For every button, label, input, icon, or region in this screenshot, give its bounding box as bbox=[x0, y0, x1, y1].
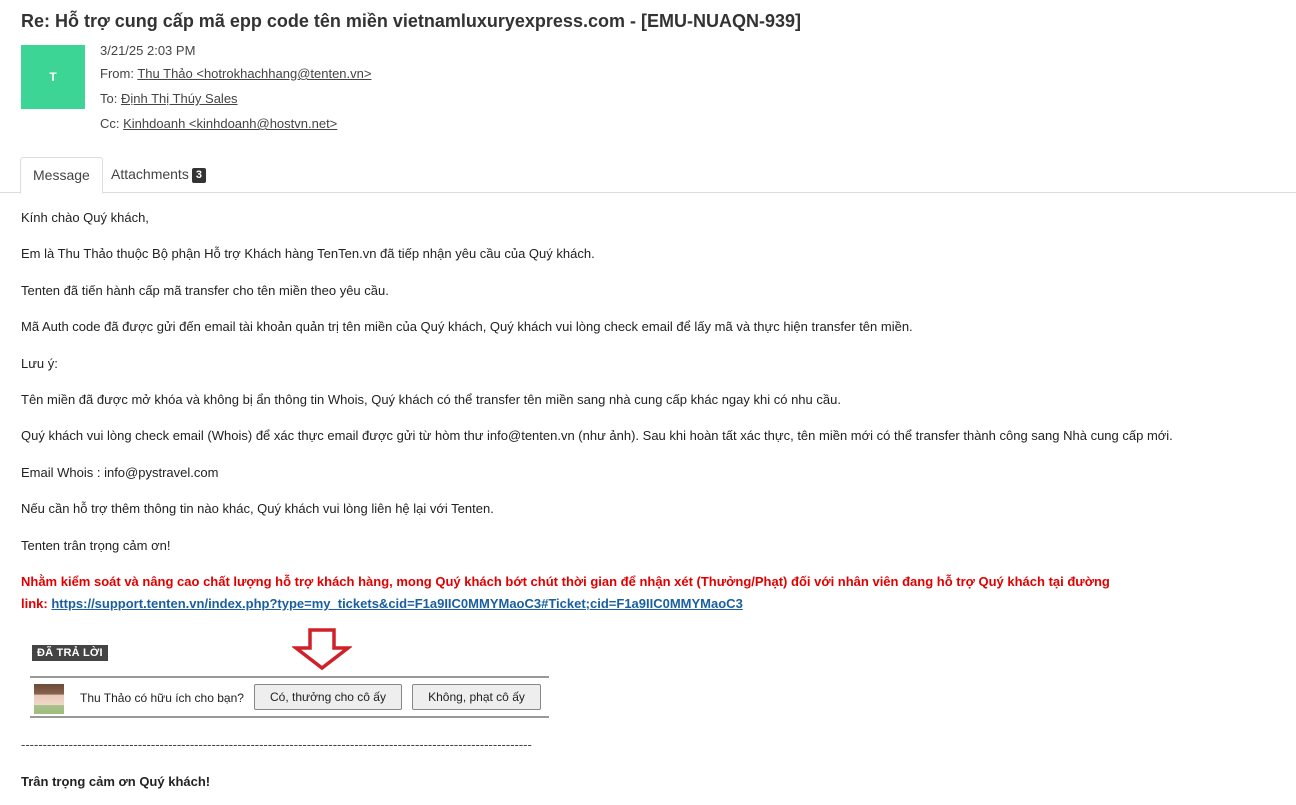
tab-attachments-label: Attachments bbox=[111, 166, 189, 182]
helpful-question: Thu Thảo có hữu ích cho bạn? bbox=[80, 691, 244, 705]
body-paragraph: Nếu cần hỗ trợ thêm thông tin nào khác, … bbox=[21, 501, 494, 516]
reward-button[interactable]: Có, thưởng cho cô ấy bbox=[254, 684, 402, 710]
body-thanks: Tenten trân trọng cảm ơn! bbox=[21, 538, 171, 553]
from-link[interactable]: Thu Thảo <hotrokhachhang@tenten.vn> bbox=[137, 66, 371, 81]
attachments-count-badge: 3 bbox=[191, 168, 206, 183]
to-link[interactable]: Định Thị Thúy Sales bbox=[121, 91, 238, 106]
from-row: From: Thu Thảo <hotrokhachhang@tenten.vn… bbox=[100, 66, 371, 81]
widget-top-divider bbox=[30, 676, 549, 678]
to-row: To: Định Thị Thúy Sales bbox=[100, 91, 238, 106]
email-date: 3/21/25 2:03 PM bbox=[100, 43, 196, 58]
divider-line: ----------------------------------------… bbox=[21, 737, 532, 752]
cc-row: Cc: Kinhdoanh <kinhdoanh@hostvn.net> bbox=[100, 116, 337, 131]
body-paragraph: Quý khách vui lòng check email (Whois) đ… bbox=[21, 428, 1173, 443]
rating-widget-image: ĐÃ TRẢ LỜI Thu Thảo có hữu ích cho bạn? … bbox=[30, 628, 550, 722]
tab-message[interactable]: Message bbox=[20, 157, 103, 194]
feedback-link-row: link: https://support.tenten.vn/index.ph… bbox=[21, 596, 743, 611]
closing-text: Trân trọng cảm ơn Quý khách! bbox=[21, 774, 211, 789]
penalty-button[interactable]: Không, phạt cô ấy bbox=[412, 684, 541, 710]
avatar-letter: T bbox=[49, 70, 57, 84]
body-paragraph: Em là Thu Thảo thuộc Bộ phận Hỗ trợ Khác… bbox=[21, 246, 595, 261]
down-arrow-icon bbox=[292, 628, 352, 671]
widget-bottom-divider bbox=[30, 716, 549, 718]
from-label: From: bbox=[100, 66, 134, 81]
tab-attachments[interactable]: Attachments 3 bbox=[99, 157, 218, 191]
feedback-link[interactable]: https://support.tenten.vn/index.php?type… bbox=[51, 596, 742, 611]
body-paragraph: Tenten đã tiến hành cấp mã transfer cho … bbox=[21, 283, 389, 298]
feedback-notice: Nhằm kiểm soát và nâng cao chất lượng hỗ… bbox=[21, 574, 1110, 589]
cc-link[interactable]: Kinhdoanh <kinhdoanh@hostvn.net> bbox=[123, 116, 337, 131]
feedback-link-prefix: link: bbox=[21, 596, 48, 611]
message-tabs: Message Attachments 3 bbox=[0, 157, 1296, 194]
body-note-label: Lưu ý: bbox=[21, 356, 58, 371]
body-whois-email: Email Whois : info@pystravel.com bbox=[21, 465, 219, 480]
answered-status-label: ĐÃ TRẢ LỜI bbox=[32, 645, 108, 661]
cc-label: Cc: bbox=[100, 116, 120, 131]
body-paragraph: Mã Auth code đã được gửi đến email tài k… bbox=[21, 319, 913, 334]
body-greeting: Kính chào Quý khách, bbox=[21, 210, 149, 225]
to-label: To: bbox=[100, 91, 118, 106]
email-subject: Re: Hỗ trợ cung cấp mã epp code tên miền… bbox=[21, 11, 801, 31]
sender-avatar: T bbox=[21, 45, 85, 109]
agent-photo bbox=[34, 684, 64, 714]
body-paragraph: Tên miền đã được mở khóa và không bị ẩn … bbox=[21, 392, 841, 407]
